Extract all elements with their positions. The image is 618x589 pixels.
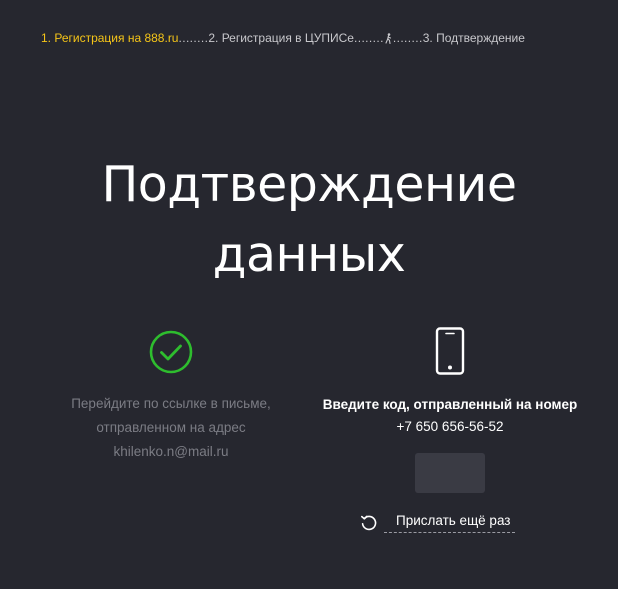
sms-code-input[interactable] <box>415 453 485 493</box>
step-2-label: 2. Регистрация в ЦУПИСе <box>208 31 354 45</box>
registration-steps: 1. Регистрация на 888.ru ........ 2. Рег… <box>41 30 580 46</box>
resend-code-link[interactable]: Прислать ещё раз <box>360 512 515 533</box>
smartphone-icon <box>435 327 465 375</box>
email-instruction-line: Перейдите по ссылке в письме, <box>71 396 271 411</box>
email-confirmation-section: Перейдите по ссылке в письме, отправленн… <box>50 330 292 464</box>
email-instruction-line: отправленном на адрес <box>96 420 246 435</box>
resend-code-label[interactable]: Прислать ещё раз <box>384 512 515 533</box>
page-title: Подтверждение данных <box>101 156 517 283</box>
step-separator: ........ <box>392 31 423 45</box>
runner-icon <box>385 32 391 44</box>
refresh-icon <box>361 515 377 530</box>
sms-instruction: Введите код, отправленный на номер <box>322 397 578 412</box>
step-separator: ........ <box>353 31 384 45</box>
step-1-label: 1. Регистрация на 888.ru <box>41 31 179 45</box>
email-address: khilenko.n@mail.ru <box>113 444 229 459</box>
phone-confirmation-section: Введите код, отправленный на номер +7 65… <box>300 327 600 438</box>
step-separator: ........ <box>178 31 209 45</box>
email-instructions: Перейдите по ссылке в письме, отправленн… <box>50 392 292 464</box>
phone-number: +7 650 656-56-52 <box>396 419 504 434</box>
step-3-label: 3. Подтверждение <box>422 31 525 45</box>
check-circle-icon <box>149 330 193 374</box>
